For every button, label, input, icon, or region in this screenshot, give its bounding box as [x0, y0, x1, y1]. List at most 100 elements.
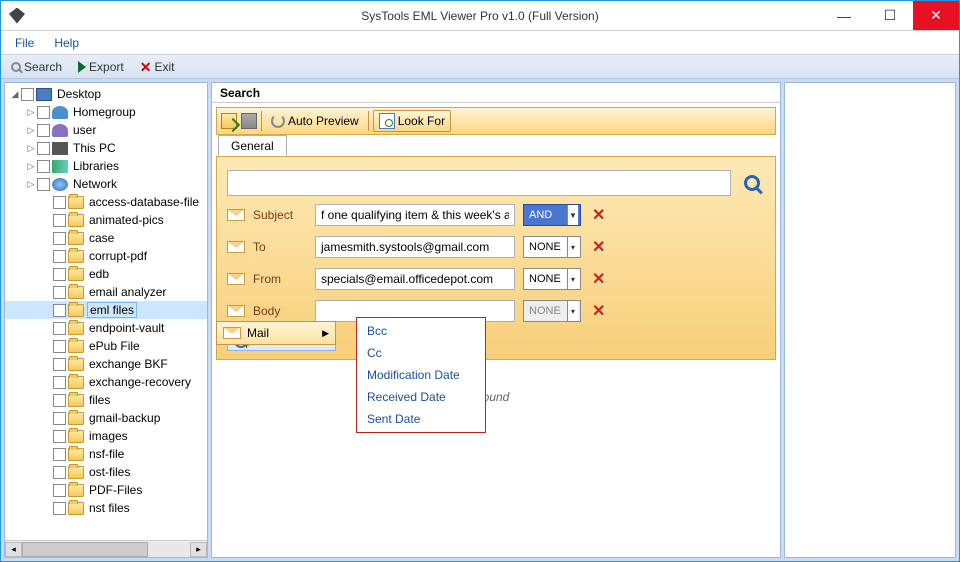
checkbox[interactable] — [53, 412, 66, 425]
folder-tree[interactable]: ◢Desktop▷Homegroup▷user▷This PC▷Librarie… — [5, 83, 207, 540]
checkbox[interactable] — [53, 322, 66, 335]
remove-from[interactable]: ✕ — [589, 269, 608, 289]
menu-help[interactable]: Help — [54, 36, 79, 50]
magnifier-icon — [744, 175, 760, 191]
toolbar-search[interactable]: Search — [5, 58, 68, 76]
menu-file[interactable]: File — [15, 36, 34, 50]
subject-input[interactable] — [315, 204, 515, 226]
folder-icon — [68, 430, 84, 443]
search-button[interactable] — [739, 170, 765, 196]
scroll-thumb[interactable] — [22, 542, 148, 557]
tree-item[interactable]: case — [5, 229, 207, 247]
envelope-icon — [227, 273, 245, 285]
checkbox[interactable] — [21, 88, 34, 101]
tree-item[interactable]: eml files — [5, 301, 207, 319]
expand-icon[interactable]: ▷ — [25, 107, 37, 118]
checkbox[interactable] — [53, 268, 66, 281]
tree-item[interactable]: ▷Libraries — [5, 157, 207, 175]
checkbox[interactable] — [53, 394, 66, 407]
to-input[interactable] — [315, 236, 515, 258]
minimize-button[interactable]: — — [821, 1, 867, 30]
tree-item[interactable]: ▷This PC — [5, 139, 207, 157]
scroll-track[interactable] — [22, 542, 190, 557]
exit-icon: ✕ — [140, 60, 152, 74]
checkbox[interactable] — [37, 160, 50, 173]
toolbar-export[interactable]: Export — [72, 58, 130, 76]
body-operator[interactable]: NONE▾ — [523, 300, 581, 322]
save-button[interactable] — [241, 113, 257, 129]
checkbox[interactable] — [53, 196, 66, 209]
expand-icon[interactable]: ▷ — [25, 179, 37, 190]
tree-item[interactable]: ▷user — [5, 121, 207, 139]
expand-icon[interactable]: ▷ — [25, 125, 37, 136]
tree-item[interactable]: endpoint-vault — [5, 319, 207, 337]
scroll-right-button[interactable]: ▸ — [190, 542, 207, 557]
tree-item[interactable]: ▷Network — [5, 175, 207, 193]
checkbox[interactable] — [53, 466, 66, 479]
tree-root[interactable]: ◢Desktop — [5, 85, 207, 103]
remove-to[interactable]: ✕ — [589, 237, 608, 257]
checkbox[interactable] — [37, 142, 50, 155]
tab-general[interactable]: General — [218, 135, 287, 156]
expand-icon[interactable]: ▷ — [25, 143, 37, 154]
expand-icon[interactable]: ▷ — [25, 161, 37, 172]
checkbox[interactable] — [53, 214, 66, 227]
remove-subject[interactable]: ✕ — [589, 205, 608, 225]
collapse-icon[interactable]: ◢ — [9, 89, 21, 100]
tree-item[interactable]: corrupt-pdf — [5, 247, 207, 265]
look-for-button[interactable]: Look For — [373, 110, 451, 132]
tree-item[interactable]: nst files — [5, 499, 207, 517]
submenu-item[interactable]: Cc — [357, 342, 485, 364]
tree-item[interactable]: edb — [5, 265, 207, 283]
tree-item[interactable]: exchange BKF — [5, 355, 207, 373]
separator — [368, 111, 369, 131]
auto-preview-button[interactable]: Auto Preview — [266, 112, 364, 130]
remove-body[interactable]: ✕ — [589, 301, 608, 321]
close-button[interactable]: ✕ — [913, 1, 959, 30]
checkbox[interactable] — [53, 502, 66, 515]
search-input[interactable] — [227, 170, 731, 196]
open-button[interactable] — [221, 113, 237, 129]
checkbox[interactable] — [53, 286, 66, 299]
checkbox[interactable] — [53, 376, 66, 389]
tree-item[interactable]: ▷Homegroup — [5, 103, 207, 121]
maximize-button[interactable]: ☐ — [867, 1, 913, 30]
checkbox[interactable] — [53, 232, 66, 245]
checkbox[interactable] — [53, 430, 66, 443]
tree-item[interactable]: animated-pics — [5, 211, 207, 229]
from-input[interactable] — [315, 268, 515, 290]
submenu-item[interactable]: Sent Date — [357, 408, 485, 430]
checkbox[interactable] — [37, 124, 50, 137]
from-operator[interactable]: NONE▾ — [523, 268, 581, 290]
checkbox[interactable] — [53, 304, 66, 317]
checkbox[interactable] — [53, 358, 66, 371]
checkbox[interactable] — [53, 448, 66, 461]
checkbox[interactable] — [53, 250, 66, 263]
folder-icon — [68, 484, 84, 497]
submenu-item[interactable]: Bcc — [357, 320, 485, 342]
folder-icon — [68, 250, 84, 263]
checkbox[interactable] — [37, 178, 50, 191]
checkbox[interactable] — [53, 340, 66, 353]
tree-item[interactable]: gmail-backup — [5, 409, 207, 427]
checkbox[interactable] — [53, 484, 66, 497]
submenu-item[interactable]: Modification Date — [357, 364, 485, 386]
to-operator[interactable]: NONE▾ — [523, 236, 581, 258]
tree-item[interactable]: files — [5, 391, 207, 409]
tree-item[interactable]: images — [5, 427, 207, 445]
tree-hscrollbar[interactable]: ◂ ▸ — [5, 540, 207, 557]
tree-item[interactable]: exchange-recovery — [5, 373, 207, 391]
checkbox[interactable] — [37, 106, 50, 119]
tree-item[interactable]: access-database-file — [5, 193, 207, 211]
toolbar-exit[interactable]: ✕ Exit — [134, 58, 181, 76]
subject-operator[interactable]: AND▼ — [523, 204, 581, 226]
titlebar: SysTools EML Viewer Pro v1.0 (Full Versi… — [1, 1, 959, 31]
tree-item[interactable]: ost-files — [5, 463, 207, 481]
tree-item[interactable]: nsf-file — [5, 445, 207, 463]
menu-mail[interactable]: Mail ▶ — [217, 322, 335, 344]
submenu-item[interactable]: Received Date — [357, 386, 485, 408]
tree-item[interactable]: PDF-Files — [5, 481, 207, 499]
tree-item[interactable]: email analyzer — [5, 283, 207, 301]
scroll-left-button[interactable]: ◂ — [5, 542, 22, 557]
tree-item[interactable]: ePub File — [5, 337, 207, 355]
